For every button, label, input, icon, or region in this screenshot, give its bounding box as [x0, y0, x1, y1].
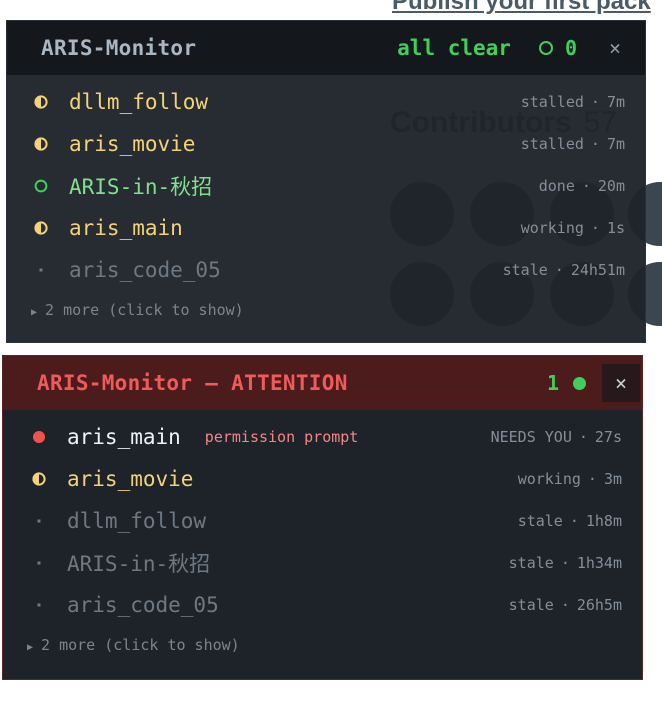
half-circle-icon	[33, 220, 49, 236]
session-row[interactable]: aris_main permission prompt NEEDS YOU · 27s	[3, 416, 642, 458]
attention-count: 1	[546, 371, 559, 395]
session-row[interactable]: dllm_follow stale · 1h8m	[3, 500, 642, 542]
session-state: working	[520, 219, 584, 237]
session-name: aris_main	[67, 425, 181, 449]
session-meta: stale · 1h8m	[518, 512, 622, 530]
session-state: stale	[517, 512, 563, 530]
session-state: stale	[508, 554, 554, 572]
session-state: working	[517, 470, 581, 488]
green-dot-icon	[573, 376, 586, 390]
session-age: 7m	[606, 135, 625, 153]
session-row[interactable]: aris_code_05 stale · 26h5m	[3, 584, 642, 626]
separator: ·	[590, 93, 600, 111]
session-age: 26h5m	[576, 596, 622, 614]
session-meta: stalled · 7m	[521, 93, 625, 111]
session-state: done	[538, 177, 575, 195]
close-button[interactable]: ×	[603, 36, 627, 60]
separator: ·	[578, 428, 588, 446]
show-more-toggle[interactable]: ▶ 2 more (click to show)	[3, 636, 642, 654]
separator: ·	[560, 554, 570, 572]
session-list: dllm_follow stalled · 7m aris_movie stalled · 7…	[7, 75, 645, 291]
separator: ·	[581, 177, 591, 195]
session-row[interactable]: aris_movie stalled · 7m	[7, 123, 645, 165]
half-circle-icon	[31, 471, 47, 487]
half-circle-icon	[33, 136, 49, 152]
session-meta: done · 20m	[539, 177, 625, 195]
separator: ·	[590, 219, 600, 237]
session-name: ARIS-in-秋招	[69, 175, 213, 199]
half-circle-icon	[33, 94, 49, 110]
session-name: dllm_follow	[69, 90, 209, 114]
panel-header: ARIS-Monitor — ATTENTION 1 ×	[3, 356, 642, 410]
session-row[interactable]: dllm_follow stalled · 7m	[7, 81, 645, 123]
ring-icon	[538, 41, 553, 55]
monitor-panel-clear: ARIS-Monitor all clear 0 × dllm_followst…	[6, 20, 646, 343]
session-name: aris_movie	[69, 132, 196, 156]
panel-header: ARIS-Monitor all clear 0 ×	[7, 21, 645, 75]
session-meta: working · 3m	[518, 470, 622, 488]
session-age: 1s	[606, 219, 625, 237]
session-name: aris_movie	[67, 467, 194, 491]
panel-title: ARIS-Monitor	[41, 36, 197, 60]
session-age: 7m	[606, 93, 625, 111]
small-dot-icon	[31, 513, 47, 529]
session-meta: working · 1s	[521, 219, 625, 237]
session-age: 1h8m	[585, 512, 622, 530]
small-dot-icon	[31, 597, 47, 613]
session-meta: stale · 24h51m	[503, 261, 625, 279]
monitor-panel-attention: ARIS-Monitor — ATTENTION 1 × aris_main pe…	[2, 355, 643, 680]
header-status: all clear 0 ×	[397, 36, 627, 60]
close-button[interactable]: ×	[602, 364, 640, 402]
session-state: stale	[502, 261, 548, 279]
session-meta: stalled · 7m	[521, 135, 625, 153]
header-status: 1 ×	[546, 364, 640, 402]
session-list: aris_main permission prompt NEEDS YOU · 27s a…	[3, 410, 642, 626]
session-age: 20m	[597, 177, 625, 195]
separator: ·	[560, 596, 570, 614]
session-row[interactable]: ARIS-in-秋招 done · 20m	[7, 165, 645, 207]
panel-title: ARIS-Monitor — ATTENTION	[37, 371, 348, 395]
ring-icon	[33, 178, 49, 194]
session-age: 3m	[603, 470, 622, 488]
session-name: ARIS-in-秋招	[67, 552, 211, 576]
session-state: stalled	[520, 93, 584, 111]
session-row[interactable]: aris_main working · 1s	[7, 207, 645, 249]
session-age: 1h34m	[576, 554, 622, 572]
session-state: NEEDS YOU	[490, 428, 572, 446]
attention-count: 0	[564, 36, 577, 60]
session-row[interactable]: aris_code_05 stale · 24h51m	[7, 249, 645, 291]
small-dot-icon	[31, 555, 47, 571]
separator: ·	[587, 470, 597, 488]
session-state: stalled	[520, 135, 584, 153]
show-more-label: 2 more (click to show)	[45, 301, 244, 319]
separator: ·	[569, 512, 579, 530]
show-more-label: 2 more (click to show)	[41, 636, 240, 654]
session-age: 24h51m	[570, 261, 625, 279]
background-headline: Publish your first pack	[392, 0, 651, 15]
status-all-clear: all clear	[397, 36, 511, 60]
session-meta: NEEDS YOU · 27s	[491, 428, 622, 446]
session-tag: permission prompt	[204, 428, 359, 446]
session-row[interactable]: ARIS-in-秋招 stale · 1h34m	[3, 542, 642, 584]
triangle-right-icon: ▶	[27, 642, 34, 653]
session-name: dllm_follow	[67, 509, 207, 533]
session-row[interactable]: aris_movie working · 3m	[3, 458, 642, 500]
small-dot-icon	[33, 262, 49, 278]
session-state: stale	[508, 596, 554, 614]
session-name: aris_code_05	[67, 593, 219, 617]
session-age: 27s	[594, 428, 622, 446]
session-meta: stale · 1h34m	[509, 554, 622, 572]
session-meta: stale · 26h5m	[509, 596, 622, 614]
session-name: aris_main	[69, 216, 183, 240]
separator: ·	[590, 135, 600, 153]
show-more-toggle[interactable]: ▶ 2 more (click to show)	[7, 301, 645, 319]
triangle-right-icon: ▶	[31, 307, 38, 318]
session-name: aris_code_05	[69, 258, 221, 282]
separator: ·	[554, 261, 564, 279]
red-dot-icon	[31, 429, 47, 445]
